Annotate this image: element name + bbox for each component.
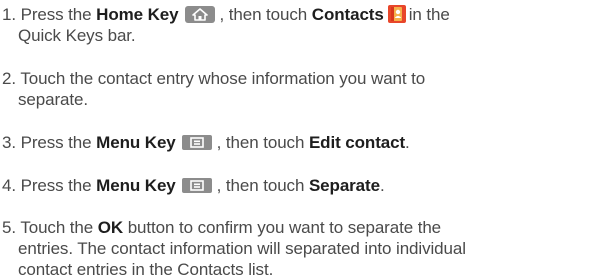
step-text: Touch the contact entry whose informatio…: [20, 69, 426, 88]
step-3-line-1: 3. Press the Menu Key , then touch Edit c…: [2, 132, 586, 153]
step-1-line-1: 1. Press the Home Key , then touch Contac…: [2, 4, 586, 25]
step-2: 2. Touch the contact entry whose informa…: [2, 68, 586, 110]
step-text: , then touch: [216, 176, 305, 195]
step-number: 1.: [2, 5, 16, 24]
step-2-line-1: 2. Touch the contact entry whose informa…: [2, 68, 586, 89]
step-text: Press the: [20, 176, 92, 195]
step-number: 3.: [2, 133, 16, 152]
menu-key-icon: [181, 135, 212, 150]
step-1-line-2: Quick Keys bar.: [18, 26, 136, 45]
menu-key-label: Menu Key: [96, 133, 176, 152]
step-text: .: [405, 133, 410, 152]
home-key-label: Home Key: [96, 5, 179, 24]
step-text: .: [379, 176, 385, 195]
step-5-line-2: entries. The contact information will se…: [18, 239, 466, 258]
step-text: Touch the: [20, 218, 94, 237]
step-4-line-1: 4. Press the Menu Key , then touch Separa…: [2, 175, 586, 196]
step-5-line-3: contact entries in the Contacts list.: [18, 260, 274, 279]
step-text: , then touch: [216, 133, 305, 152]
step-5: 5. Touch the OK button to confirm you wa…: [2, 217, 586, 280]
ok-button-label: OK: [97, 218, 124, 237]
edit-contact-label: Edit contact: [308, 133, 406, 152]
menu-key-icon: [181, 178, 212, 193]
step-2-line-2: separate.: [18, 90, 88, 109]
step-number: 5.: [2, 218, 16, 237]
home-key-icon: [184, 6, 215, 23]
contacts-app-icon: [387, 5, 406, 23]
contacts-label: Contacts: [311, 5, 384, 24]
step-text: in the: [408, 5, 450, 24]
menu-key-label: Menu Key: [96, 176, 176, 195]
step-3: 3. Press the Menu Key , then touch Edit c…: [2, 132, 586, 153]
separate-label: Separate: [308, 176, 380, 195]
step-text: , then touch: [219, 5, 308, 24]
step-1: 1. Press the Home Key , then touch Contac…: [2, 4, 586, 46]
step-text: Press the: [20, 5, 92, 24]
step-number: 4.: [2, 176, 16, 195]
step-number: 2.: [2, 69, 16, 88]
step-5-line-1: 5. Touch the OK button to confirm you wa…: [2, 217, 586, 238]
step-text: button to confirm you want to separate t…: [127, 218, 442, 237]
step-4: 4. Press the Menu Key , then touch Separa…: [2, 175, 586, 196]
step-text: Press the: [20, 133, 92, 152]
